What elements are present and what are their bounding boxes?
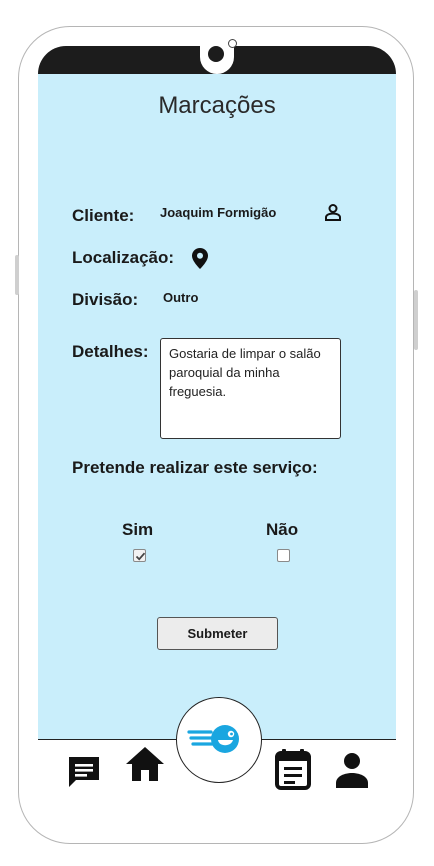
location-pin-icon[interactable] bbox=[192, 248, 208, 274]
option-no-checkbox[interactable] bbox=[277, 549, 290, 562]
home-icon[interactable] bbox=[124, 745, 166, 788]
division-value: Outro bbox=[163, 290, 199, 305]
division-label: Divisão: bbox=[72, 290, 139, 309]
profile-icon[interactable] bbox=[334, 752, 370, 793]
location-label: Localização: bbox=[72, 248, 175, 267]
front-camera bbox=[208, 46, 224, 62]
submit-button[interactable]: Submeter bbox=[157, 617, 278, 650]
phone-side-button bbox=[414, 290, 418, 350]
service-question: Pretende realizar este serviço: bbox=[72, 458, 318, 477]
phone-side-button bbox=[15, 255, 19, 295]
front-sensor bbox=[228, 39, 237, 48]
chat-icon[interactable] bbox=[66, 754, 102, 795]
person-outline-icon[interactable] bbox=[324, 203, 342, 226]
details-textarea[interactable]: Gostaria de limpar o salão paroquial da … bbox=[160, 338, 341, 439]
option-no-label: Não bbox=[266, 520, 299, 539]
option-yes-label: Sim bbox=[122, 520, 154, 539]
cleaning-logo-icon[interactable] bbox=[187, 723, 243, 762]
calendar-icon[interactable] bbox=[274, 748, 312, 795]
client-value: Joaquim Formigão bbox=[160, 205, 277, 220]
client-label: Cliente: bbox=[72, 206, 135, 225]
details-label: Detalhes: bbox=[72, 342, 149, 361]
page-title: Marcações bbox=[158, 92, 276, 119]
option-yes-checkbox[interactable] bbox=[133, 549, 146, 562]
